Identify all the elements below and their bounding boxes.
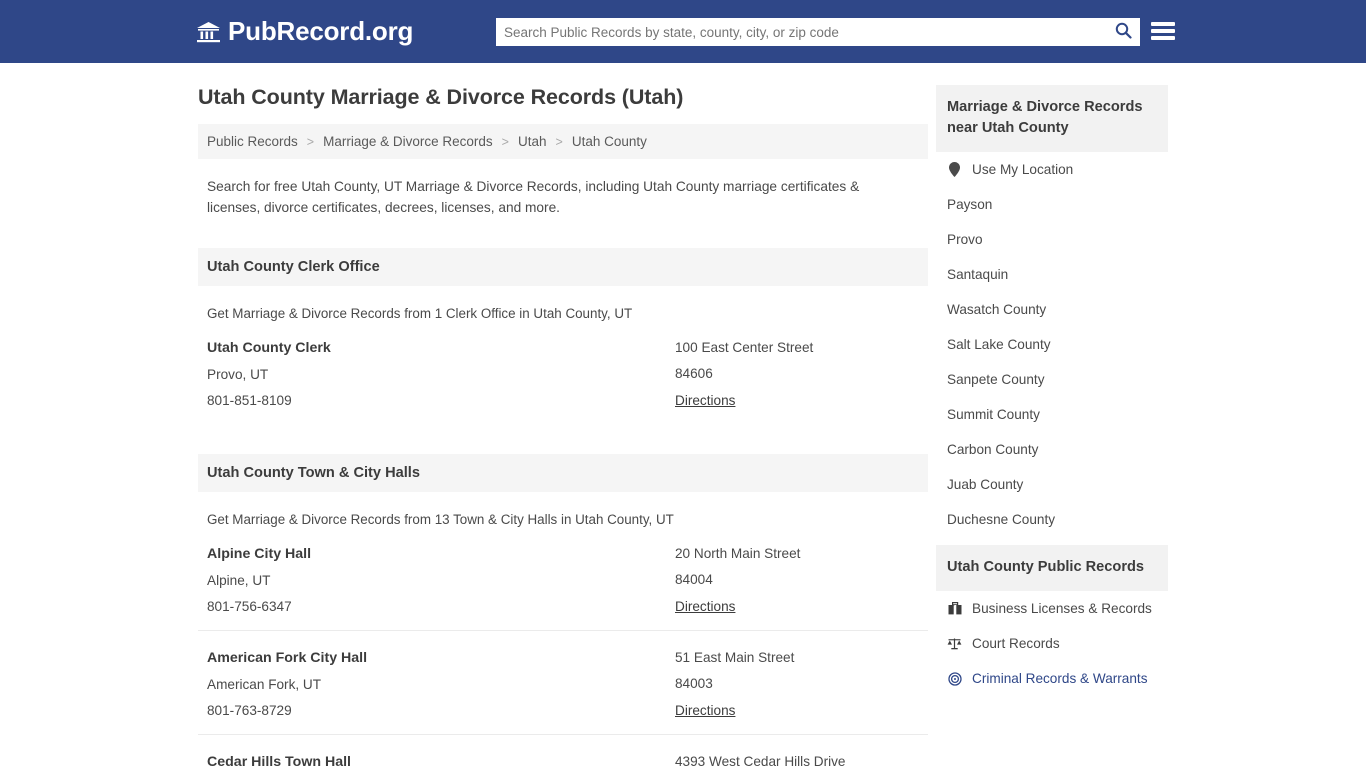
directions-link[interactable]: Directions: [675, 599, 735, 614]
office-phone: 801-851-8109: [207, 393, 292, 408]
breadcrumb-item-marriage-divorce-records[interactable]: Marriage & Divorce Records: [323, 134, 493, 149]
breadcrumb-separator: >: [555, 134, 563, 149]
sidebar-item-use-my-location[interactable]: Use My Location: [936, 152, 1168, 187]
breadcrumb-item-public-records[interactable]: Public Records: [207, 134, 298, 149]
sidebar-item-label: Duchesne County: [947, 512, 1056, 527]
page-body: Utah County Marriage & Divorce Records (…: [0, 63, 1366, 768]
sidebar: Marriage & Divorce Records near Utah Cou…: [928, 85, 1168, 768]
scales-of-justice-icon: [947, 637, 962, 650]
main-content: Utah County Marriage & Divorce Records (…: [198, 85, 928, 768]
entry-primary-info: Cedar Hills Town Hall Cedar Hills, UT 80…: [207, 754, 675, 768]
section-subtitle: Get Marriage & Divorce Records from 1 Cl…: [207, 306, 633, 321]
sidebar-public-records-title: Utah County Public Records: [936, 545, 1168, 591]
sidebar-item-court-records[interactable]: Court Records: [936, 626, 1168, 661]
office-zip: 84606: [675, 366, 713, 381]
sidebar-item-business-licenses[interactable]: Business Licenses & Records: [936, 591, 1168, 626]
sidebar-item-label: Santaquin: [947, 267, 1009, 282]
table-row: Cedar Hills Town Hall Cedar Hills, UT 80…: [198, 735, 928, 768]
sidebar-panel-public-records: Utah County Public Records Business Lice…: [936, 545, 1168, 696]
fingerprint-icon: [947, 671, 962, 686]
sidebar-item-provo[interactable]: Provo: [936, 222, 1168, 257]
sidebar-item-label: Business Licenses & Records: [972, 601, 1152, 616]
sidebar-item-label: Payson: [947, 197, 993, 212]
site-logo[interactable]: PubRecord.org: [196, 16, 413, 47]
section-subtitle: Get Marriage & Divorce Records from 13 T…: [207, 512, 674, 527]
office-city-state: American Fork, UT: [207, 677, 322, 692]
site-logo-text: PubRecord.org: [228, 16, 414, 46]
sidebar-item-santaquin[interactable]: Santaquin: [936, 257, 1168, 292]
office-zip: 84004: [675, 572, 713, 587]
entry-primary-info: American Fork City Hall American Fork, U…: [207, 650, 675, 720]
sidebar-item-salt-lake-county[interactable]: Salt Lake County: [936, 327, 1168, 362]
office-address: 51 East Main Street: [675, 650, 795, 665]
sidebar-item-label: Salt Lake County: [947, 337, 1051, 352]
map-pin-icon: [947, 162, 962, 177]
sidebar-item-label: Wasatch County: [947, 302, 1047, 317]
breadcrumb-separator: >: [306, 134, 315, 149]
office-phone: 801-763-8729: [207, 703, 292, 718]
office-city-state: Provo, UT: [207, 367, 269, 382]
table-row: Alpine City Hall Alpine, UT 801-756-6347…: [198, 527, 928, 631]
sidebar-item-label: Juab County: [947, 477, 1024, 492]
entry-address-info: 20 North Main Street 84004 Directions: [675, 546, 919, 616]
section-heading: Utah County Town & City Halls: [198, 454, 928, 492]
entry-address-info: 51 East Main Street 84003 Directions: [675, 650, 919, 720]
breadcrumb-item-utah[interactable]: Utah: [518, 134, 547, 149]
search-input[interactable]: [496, 19, 1106, 45]
sidebar-item-wasatch-county[interactable]: Wasatch County: [936, 292, 1168, 327]
search-button[interactable]: [1106, 18, 1140, 46]
table-row: Utah County Clerk Provo, UT 801-851-8109…: [198, 321, 928, 424]
sidebar-nearby-title: Marriage & Divorce Records near Utah Cou…: [936, 85, 1168, 152]
sidebar-item-sanpete-county[interactable]: Sanpete County: [936, 362, 1168, 397]
sidebar-item-label: Sanpete County: [947, 372, 1045, 387]
sidebar-item-label: Court Records: [972, 636, 1060, 651]
sidebar-item-payson[interactable]: Payson: [936, 187, 1168, 222]
office-name: Utah County Clerk: [207, 340, 331, 356]
sidebar-item-summit-county[interactable]: Summit County: [936, 397, 1168, 432]
search-bar: [496, 18, 1140, 46]
office-address: 100 East Center Street: [675, 340, 814, 355]
office-name: Alpine City Hall: [207, 546, 312, 562]
breadcrumb-separator: >: [501, 134, 509, 149]
section-heading: Utah County Clerk Office: [198, 248, 928, 286]
sidebar-item-label: Summit County: [947, 407, 1040, 422]
breadcrumb: Public Records > Marriage & Divorce Reco…: [198, 124, 928, 159]
sidebar-item-carbon-county[interactable]: Carbon County: [936, 432, 1168, 467]
office-name: American Fork City Hall: [207, 650, 368, 666]
sidebar-item-juab-county[interactable]: Juab County: [936, 467, 1168, 502]
page-title: Utah County Marriage & Divorce Records (…: [198, 85, 684, 109]
sidebar-public-records-list: Business Licenses & Records Court Record…: [936, 591, 1168, 696]
sidebar-nearby-list: Use My Location Payson Provo Santaquin W…: [936, 152, 1168, 537]
hamburger-menu-icon[interactable]: [1151, 20, 1175, 42]
search-icon: [1115, 22, 1132, 42]
entry-primary-info: Alpine City Hall Alpine, UT 801-756-6347: [207, 546, 675, 616]
sidebar-item-duchesne-county[interactable]: Duchesne County: [936, 502, 1168, 537]
directions-link[interactable]: Directions: [675, 393, 735, 408]
table-row: American Fork City Hall American Fork, U…: [198, 631, 928, 735]
sidebar-item-criminal-records[interactable]: Criminal Records & Warrants: [936, 661, 1168, 696]
directions-link[interactable]: Directions: [675, 703, 735, 718]
office-phone: 801-756-6347: [207, 599, 292, 614]
office-address: 4393 West Cedar Hills Drive: [675, 754, 846, 768]
sidebar-item-label: Carbon County: [947, 442, 1039, 457]
sidebar-panel-nearby: Marriage & Divorce Records near Utah Cou…: [936, 85, 1168, 537]
sidebar-item-label: Use My Location: [972, 162, 1074, 177]
entry-primary-info: Utah County Clerk Provo, UT 801-851-8109: [207, 340, 675, 410]
bank-building-icon: [196, 20, 221, 44]
section-clerk-office: Utah County Clerk Office Get Marriage & …: [198, 248, 928, 424]
office-address: 20 North Main Street: [675, 546, 801, 561]
page-intro-text: Search for free Utah County, UT Marriage…: [207, 179, 860, 215]
site-header: PubRecord.org: [0, 0, 1366, 63]
sidebar-item-label: Criminal Records & Warrants: [972, 671, 1148, 686]
office-name: Cedar Hills Town Hall: [207, 754, 352, 768]
office-city-state: Alpine, UT: [207, 573, 271, 588]
section-town-city-halls: Utah County Town & City Halls Get Marria…: [198, 454, 928, 768]
sidebar-item-label: Provo: [947, 232, 983, 247]
office-zip: 84003: [675, 676, 713, 691]
briefcase-icon: [947, 602, 962, 615]
entry-address-info: 4393 West Cedar Hills Drive 84062 Direct…: [675, 754, 919, 768]
breadcrumb-item-utah-county[interactable]: Utah County: [572, 134, 647, 149]
entry-address-info: 100 East Center Street 84606 Directions: [675, 340, 919, 410]
